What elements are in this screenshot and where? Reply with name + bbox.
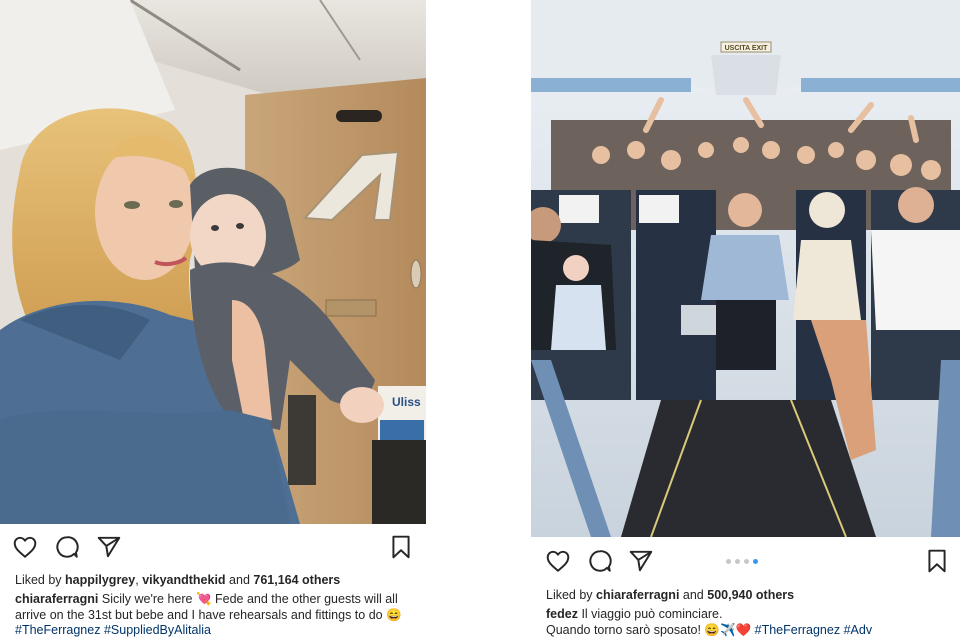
instagram-post-chiaraferragni: Uliss Liked by happilygrey, vikyandtheki… xyxy=(0,0,426,640)
post-photo[interactable]: Uliss xyxy=(0,0,426,524)
author-username[interactable]: fedez xyxy=(546,607,578,621)
carousel-dot xyxy=(735,559,740,564)
caption-text: Quando torno sarò sposato! 😄✈️❤️ xyxy=(546,622,752,637)
carousel-dot-active xyxy=(753,559,758,564)
post-actions-bar xyxy=(0,532,426,562)
carousel-dot xyxy=(744,559,749,564)
carousel-indicator xyxy=(726,559,758,564)
hashtag-link[interactable]: #TheFerragnez xyxy=(15,623,100,637)
instagram-post-fedez: USCITA EXIT Liked by chiaraferragni and … xyxy=(531,0,960,640)
liker-username-1[interactable]: happilygrey xyxy=(65,573,135,587)
cabin-selfie-photo: Uliss xyxy=(0,0,426,524)
others-count-link[interactable]: 500,940 others xyxy=(707,588,794,602)
bookmark-icon[interactable] xyxy=(924,548,950,574)
comment-bubble-icon[interactable] xyxy=(54,534,80,560)
liker-username-2[interactable]: vikyandthekid xyxy=(142,573,225,587)
cabin-box-label: Uliss xyxy=(392,395,421,409)
comment-bubble-icon[interactable] xyxy=(587,548,613,574)
paper-plane-icon[interactable] xyxy=(96,534,122,560)
caption-text: Il viaggio può cominciare. xyxy=(581,607,723,621)
likes-line: Liked by chiaraferragni and 500,940 othe… xyxy=(546,588,795,602)
carousel-dot xyxy=(726,559,731,564)
plane-group-photo: USCITA EXIT xyxy=(531,0,960,537)
exit-sign-label: USCITA EXIT xyxy=(725,45,769,52)
heart-icon[interactable] xyxy=(12,534,38,560)
author-username[interactable]: chiaraferragni xyxy=(15,592,98,606)
post-caption: chiaraferragni Sicily we're here 💘 Fede … xyxy=(15,592,412,639)
post-caption: fedez Il viaggio può cominciare. Quando … xyxy=(546,607,946,638)
hashtag-link[interactable]: #Adv xyxy=(844,623,873,637)
likes-line: Liked by happilygrey, vikyandthekid and … xyxy=(15,573,341,587)
heart-icon[interactable] xyxy=(545,548,571,574)
post-photo[interactable]: USCITA EXIT xyxy=(531,0,960,537)
paper-plane-icon[interactable] xyxy=(628,548,654,574)
hashtag-link[interactable]: #SuppliedByAlitalia xyxy=(104,623,211,637)
liker-username-1[interactable]: chiaraferragni xyxy=(596,588,679,602)
hashtag-link[interactable]: #TheFerragnez xyxy=(755,623,840,637)
bookmark-icon[interactable] xyxy=(388,534,414,560)
others-count-link[interactable]: 761,164 others xyxy=(253,573,340,587)
post-actions-bar xyxy=(531,546,960,576)
